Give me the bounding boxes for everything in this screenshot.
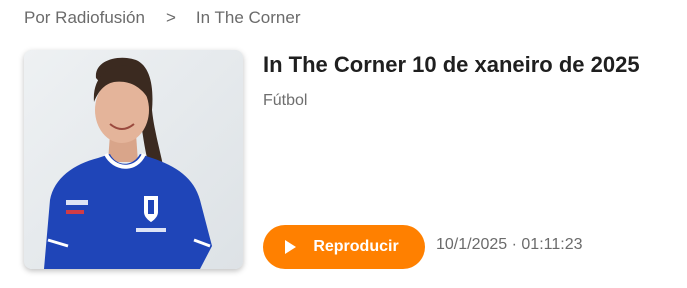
play-icon	[285, 240, 297, 254]
play-button[interactable]: Reproducir	[263, 225, 425, 269]
breadcrumb-link-in-the-corner[interactable]: In The Corner	[196, 8, 301, 28]
breadcrumb: Por Radiofusión > In The Corner	[24, 7, 300, 29]
breadcrumb-link-radiofusion[interactable]: Por Radiofusión	[24, 8, 145, 28]
episode-date-duration: 10/1/2025 · 01:11:23	[436, 236, 583, 253]
chevron-right-icon: >	[165, 8, 176, 27]
episode-category[interactable]: Fútbol	[263, 92, 307, 110]
episode-title: In The Corner 10 de xaneiro de 2025	[263, 52, 640, 77]
episode-cover-image	[24, 50, 243, 269]
play-button-label: Reproducir	[313, 238, 399, 255]
